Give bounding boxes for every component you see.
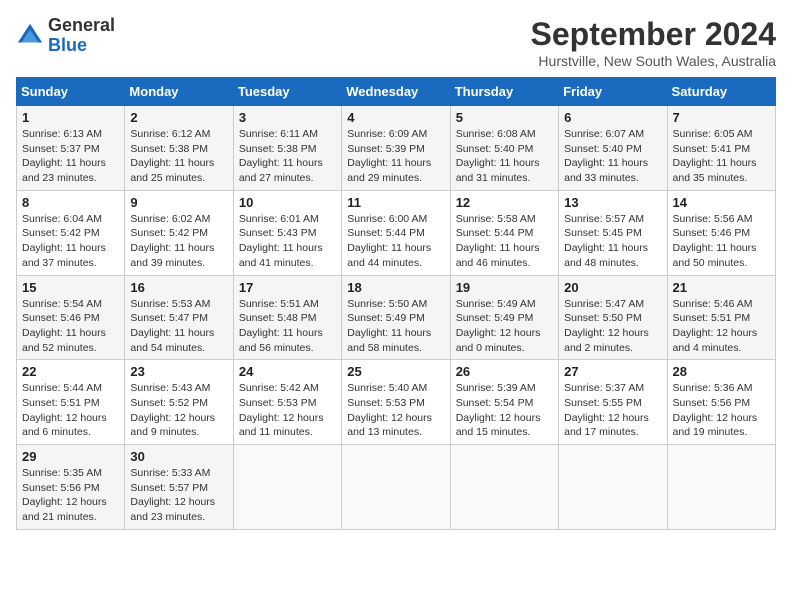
calendar-table: Sunday Monday Tuesday Wednesday Thursday… [16, 77, 776, 530]
table-row: 3 Sunrise: 6:11 AMSunset: 5:38 PMDayligh… [233, 106, 341, 191]
location-subtitle: Hurstville, New South Wales, Australia [531, 53, 776, 69]
table-row: 18 Sunrise: 5:50 AMSunset: 5:49 PMDaylig… [342, 275, 450, 360]
table-row [450, 445, 558, 530]
table-row: 4 Sunrise: 6:09 AMSunset: 5:39 PMDayligh… [342, 106, 450, 191]
table-row: 29 Sunrise: 5:35 AMSunset: 5:56 PMDaylig… [17, 445, 125, 530]
table-row: 11 Sunrise: 6:00 AMSunset: 5:44 PMDaylig… [342, 190, 450, 275]
header-monday: Monday [125, 78, 233, 106]
table-row: 19 Sunrise: 5:49 AMSunset: 5:49 PMDaylig… [450, 275, 558, 360]
table-row: 25 Sunrise: 5:40 AMSunset: 5:53 PMDaylig… [342, 360, 450, 445]
table-row: 17 Sunrise: 5:51 AMSunset: 5:48 PMDaylig… [233, 275, 341, 360]
logo-icon [16, 22, 44, 50]
table-row: 2 Sunrise: 6:12 AMSunset: 5:38 PMDayligh… [125, 106, 233, 191]
page-header: General Blue September 2024 Hurstville, … [16, 16, 776, 69]
table-row: 7 Sunrise: 6:05 AMSunset: 5:41 PMDayligh… [667, 106, 775, 191]
logo: General Blue [16, 16, 115, 56]
header-thursday: Thursday [450, 78, 558, 106]
table-row: 27 Sunrise: 5:37 AMSunset: 5:55 PMDaylig… [559, 360, 667, 445]
table-row: 16 Sunrise: 5:53 AMSunset: 5:47 PMDaylig… [125, 275, 233, 360]
header-wednesday: Wednesday [342, 78, 450, 106]
table-row: 12 Sunrise: 5:58 AMSunset: 5:44 PMDaylig… [450, 190, 558, 275]
header-tuesday: Tuesday [233, 78, 341, 106]
table-row: 8 Sunrise: 6:04 AMSunset: 5:42 PMDayligh… [17, 190, 125, 275]
table-row: 5 Sunrise: 6:08 AMSunset: 5:40 PMDayligh… [450, 106, 558, 191]
header-sunday: Sunday [17, 78, 125, 106]
table-row: 13 Sunrise: 5:57 AMSunset: 5:45 PMDaylig… [559, 190, 667, 275]
month-title: September 2024 [531, 16, 776, 53]
table-row [342, 445, 450, 530]
table-row: 20 Sunrise: 5:47 AMSunset: 5:50 PMDaylig… [559, 275, 667, 360]
title-block: September 2024 Hurstville, New South Wal… [531, 16, 776, 69]
table-row: 6 Sunrise: 6:07 AMSunset: 5:40 PMDayligh… [559, 106, 667, 191]
table-row: 15 Sunrise: 5:54 AMSunset: 5:46 PMDaylig… [17, 275, 125, 360]
table-row: 30 Sunrise: 5:33 AMSunset: 5:57 PMDaylig… [125, 445, 233, 530]
table-row: 1Sunrise: 6:13 AMSunset: 5:37 PMDaylight… [17, 106, 125, 191]
table-row: 21 Sunrise: 5:46 AMSunset: 5:51 PMDaylig… [667, 275, 775, 360]
table-row: 9 Sunrise: 6:02 AMSunset: 5:42 PMDayligh… [125, 190, 233, 275]
table-row: 22 Sunrise: 5:44 AMSunset: 5:51 PMDaylig… [17, 360, 125, 445]
table-row [667, 445, 775, 530]
logo-text: General Blue [48, 16, 115, 56]
table-row: 23 Sunrise: 5:43 AMSunset: 5:52 PMDaylig… [125, 360, 233, 445]
table-row: 24 Sunrise: 5:42 AMSunset: 5:53 PMDaylig… [233, 360, 341, 445]
table-row: 14 Sunrise: 5:56 AMSunset: 5:46 PMDaylig… [667, 190, 775, 275]
header-saturday: Saturday [667, 78, 775, 106]
table-row [559, 445, 667, 530]
table-row: 26 Sunrise: 5:39 AMSunset: 5:54 PMDaylig… [450, 360, 558, 445]
table-row: 28 Sunrise: 5:36 AMSunset: 5:56 PMDaylig… [667, 360, 775, 445]
calendar-header-row: Sunday Monday Tuesday Wednesday Thursday… [17, 78, 776, 106]
table-row: 10 Sunrise: 6:01 AMSunset: 5:43 PMDaylig… [233, 190, 341, 275]
table-row [233, 445, 341, 530]
header-friday: Friday [559, 78, 667, 106]
